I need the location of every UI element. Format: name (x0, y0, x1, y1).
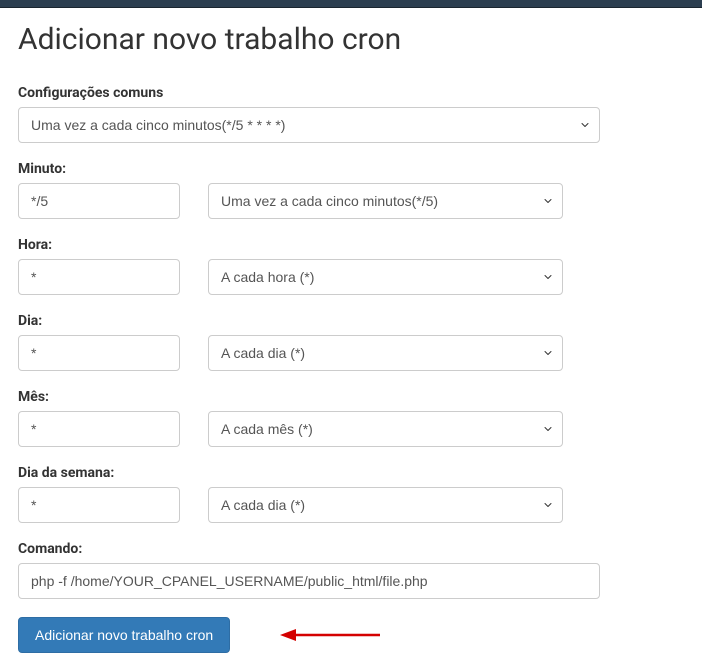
day-group: Dia: A cada dia (*) (18, 313, 684, 371)
minute-group: Minuto: Uma vez a cada cinco minutos(*/5… (18, 161, 684, 219)
submit-button[interactable]: Adicionar novo trabalho cron (18, 617, 230, 653)
day-label: Dia: (18, 313, 684, 329)
minute-label: Minuto: (18, 161, 684, 177)
minute-row: Uma vez a cada cinco minutos(*/5) (18, 183, 684, 219)
minute-select[interactable]: Uma vez a cada cinco minutos(*/5) (208, 183, 563, 219)
weekday-select[interactable]: A cada dia (*) (208, 487, 563, 523)
hour-row: A cada hora (*) (18, 259, 684, 295)
weekday-row: A cada dia (*) (18, 487, 684, 523)
month-row: A cada mês (*) (18, 411, 684, 447)
command-input[interactable] (18, 563, 600, 599)
month-label: Mês: (18, 389, 684, 405)
hour-label: Hora: (18, 237, 684, 253)
page-title: Adicionar novo trabalho cron (18, 22, 684, 57)
weekday-input[interactable] (18, 487, 180, 523)
month-select[interactable]: A cada mês (*) (208, 411, 563, 447)
arrow-left-icon (280, 625, 380, 645)
month-group: Mês: A cada mês (*) (18, 389, 684, 447)
command-label: Comando: (18, 541, 684, 557)
common-settings-select[interactable]: Uma vez a cada cinco minutos(*/5 * * * *… (18, 107, 600, 143)
submit-row: Adicionar novo trabalho cron (18, 617, 684, 653)
top-bar (0, 0, 702, 8)
day-select[interactable]: A cada dia (*) (208, 335, 563, 371)
common-settings-label: Configurações comuns (18, 85, 684, 101)
form-container: Adicionar novo trabalho cron Configuraçõ… (0, 8, 702, 667)
hour-select[interactable]: A cada hora (*) (208, 259, 563, 295)
weekday-label: Dia da semana: (18, 465, 684, 481)
hour-group: Hora: A cada hora (*) (18, 237, 684, 295)
minute-input[interactable] (18, 183, 180, 219)
command-group: Comando: (18, 541, 684, 599)
hour-input[interactable] (18, 259, 180, 295)
day-row: A cada dia (*) (18, 335, 684, 371)
weekday-group: Dia da semana: A cada dia (*) (18, 465, 684, 523)
month-input[interactable] (18, 411, 180, 447)
common-settings-group: Configurações comuns Uma vez a cada cinc… (18, 85, 684, 143)
day-input[interactable] (18, 335, 180, 371)
